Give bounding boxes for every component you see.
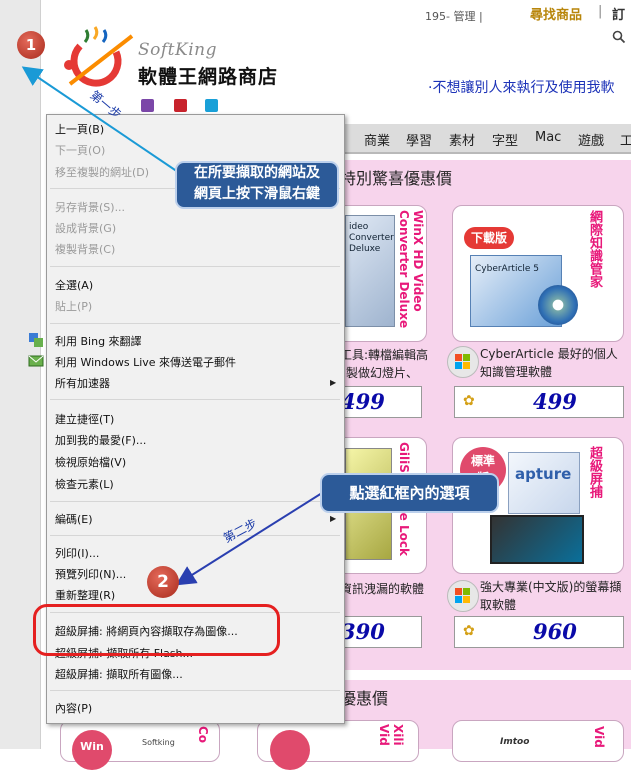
step-1-badge: 1 <box>17 31 45 59</box>
instruction-callout-select-option: 點選紅框內的選項 <box>320 473 499 513</box>
step-2-badge: 2 <box>147 566 179 598</box>
callout-line: 在所要擷取的網站及 <box>194 165 320 181</box>
step2-arrow <box>175 492 323 586</box>
step1-arrow <box>21 66 179 173</box>
callout-line: 網頁上按下滑鼠右鍵 <box>194 186 320 202</box>
instruction-callout-right-click: 在所要擷取的網站及 網頁上按下滑鼠右鍵 <box>175 161 339 209</box>
highlight-red-box <box>33 604 280 656</box>
